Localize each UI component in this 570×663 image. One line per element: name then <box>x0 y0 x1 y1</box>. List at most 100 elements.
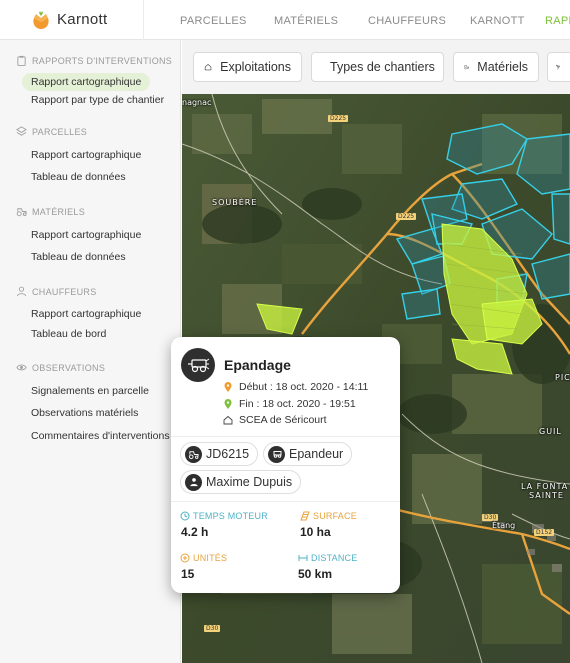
spreader-icon <box>268 445 285 463</box>
equipment-chip-tractor[interactable]: JD6215 <box>180 442 259 466</box>
sidebar-item-rapport-type-chantier[interactable]: Rapport par type de chantier <box>31 94 164 106</box>
filter-label: Exploitations <box>220 60 291 74</box>
filter-bar: Exploitations Types de chantiers Matérie… <box>182 40 570 94</box>
intervention-title: Epandage <box>224 357 291 373</box>
driver-icon <box>16 286 27 297</box>
filter-label: Types de chantiers <box>330 60 435 74</box>
stat-distance-label: DISTANCE <box>298 553 357 563</box>
spreader-avatar <box>181 348 215 382</box>
sidebar: RAPPORTS D'INTERVENTIONS Rapport cartogr… <box>0 40 181 663</box>
sidebar-item-chauffeurs-tableau[interactable]: Tableau de bord <box>31 328 106 340</box>
section-materiels: MATÉRIELS <box>16 206 85 217</box>
end-label: Fin : 18 oct. 2020 - 19:51 <box>239 398 356 410</box>
nav-item-materiels[interactable]: MATÉRIELS <box>274 15 338 27</box>
stat-unites-label: UNITÉS <box>180 553 227 563</box>
divider <box>143 0 144 40</box>
tractor-icon <box>16 208 27 217</box>
stat-label-text: SURFACE <box>313 511 357 521</box>
section-title: PARCELLES <box>32 126 88 137</box>
clock-icon <box>180 511 190 521</box>
stat-label-text: DISTANCE <box>311 553 358 563</box>
clipboard-icon <box>17 55 26 66</box>
filter-types-chantiers-button[interactable]: Types de chantiers <box>311 52 444 82</box>
sidebar-item-commentaires[interactable]: Commentaires d'interventions <box>31 430 170 442</box>
divider <box>171 436 400 437</box>
plus-circle-icon <box>180 553 190 563</box>
road-label: D30 <box>482 514 499 521</box>
location-pin-icon <box>224 399 232 409</box>
sidebar-item-observations-materiels[interactable]: Observations matériels <box>31 407 138 419</box>
road-label: D225 <box>328 115 349 122</box>
stat-surface-label: SURFACE <box>300 511 357 521</box>
road-label: D30 <box>204 625 221 632</box>
place-label: Étang <box>492 521 516 530</box>
chip-label: Epandeur <box>289 447 344 461</box>
brand-name: Karnott <box>57 11 108 28</box>
top-bar: Karnott PARCELLES MATÉRIELS CHAUFFEURS K… <box>0 0 570 40</box>
stat-label-text: UNITÉS <box>193 553 228 563</box>
filter-materiels-button[interactable]: Matériels <box>453 52 539 82</box>
location-pin-icon <box>224 382 232 392</box>
section-title: MATÉRIELS <box>32 206 86 217</box>
equipment-chip-spreader[interactable]: Epandeur <box>263 442 353 466</box>
distance-icon <box>298 555 308 561</box>
section-title: OBSERVATIONS <box>32 362 106 373</box>
sidebar-item-parcelles-rapport[interactable]: Rapport cartographique <box>31 149 141 161</box>
section-title: RAPPORTS D'INTERVENTIONS <box>32 55 173 66</box>
place-label: SAINTE <box>529 491 564 500</box>
driver-chip[interactable]: Maxime Dupuis <box>180 470 302 494</box>
chip-label: Maxime Dupuis <box>206 475 293 489</box>
nav-item-parcelles[interactable]: PARCELLES <box>180 15 247 27</box>
place-label: nagnac <box>182 98 212 107</box>
stat-unites-value: 15 <box>181 567 195 581</box>
section-observations: OBSERVATIONS <box>16 362 105 373</box>
section-chauffeurs: CHAUFFEURS <box>16 286 97 297</box>
filter-exploitations-button[interactable]: Exploitations <box>193 52 302 82</box>
sidebar-item-chauffeurs-rapport[interactable]: Rapport cartographique <box>31 308 141 320</box>
stat-label-text: TEMPS MOTEUR <box>193 511 268 521</box>
eye-icon <box>16 364 27 371</box>
stat-temps-moteur-label: TEMPS MOTEUR <box>180 511 268 521</box>
start-label: Début : 18 oct. 2020 - 14:11 <box>239 381 369 393</box>
farm-label: SCEA de Séricourt <box>239 414 327 426</box>
chip-label: JD6215 <box>206 447 250 461</box>
tractor-icon <box>464 65 470 70</box>
section-title: CHAUFFEURS <box>32 286 97 297</box>
nav-item-karnott[interactable]: KARNOTT <box>470 15 525 27</box>
driver-icon <box>185 473 202 491</box>
sidebar-item-rapport-cartographique-interventions[interactable]: Rapport cartographique <box>22 73 151 91</box>
section-rapports-interventions: RAPPORTS D'INTERVENTIONS <box>16 55 172 66</box>
plant-icon <box>556 64 560 70</box>
tractor-icon <box>185 445 202 463</box>
stat-temps-moteur-value: 4.2 h <box>181 525 209 539</box>
filter-more-button[interactable] <box>547 52 570 82</box>
filter-label: Matériels <box>477 60 528 74</box>
place-label: PIC <box>555 373 570 382</box>
intervention-popup: Epandage Début : 18 oct. 2020 - 14:11 Fi… <box>171 337 400 593</box>
place-label: GUIL <box>539 427 562 436</box>
area-icon <box>300 511 310 521</box>
road-label: D225 <box>396 213 417 220</box>
spreader-icon <box>188 358 210 373</box>
nav-item-chauffeurs[interactable]: CHAUFFEURS <box>368 15 446 27</box>
sidebar-item-materiels-tableau[interactable]: Tableau de données <box>31 251 126 263</box>
place-label: LA FONTA <box>521 482 569 491</box>
sidebar-item-materiels-rapport[interactable]: Rapport cartographique <box>31 229 141 241</box>
stat-surface-value: 10 ha <box>300 525 331 539</box>
start-time: Début : 18 oct. 2020 - 14:11 <box>223 381 368 393</box>
section-parcelles: PARCELLES <box>16 126 87 137</box>
place-label: SOUBÈRE <box>212 198 258 207</box>
home-icon <box>223 415 233 425</box>
divider <box>171 501 400 502</box>
sidebar-item-signalements[interactable]: Signalements en parcelle <box>31 385 149 397</box>
farm-name: SCEA de Séricourt <box>223 414 327 426</box>
brand-logo[interactable]: Karnott <box>0 0 180 40</box>
end-time: Fin : 18 oct. 2020 - 19:51 <box>223 398 356 410</box>
nav-item-rapports[interactable]: RAPP <box>545 15 570 27</box>
stat-distance-value: 50 km <box>298 567 333 581</box>
karnott-logo-icon <box>33 10 49 29</box>
road-label: D152 <box>534 529 555 536</box>
layers-icon <box>16 126 27 136</box>
home-icon <box>204 63 212 71</box>
sidebar-item-parcelles-tableau[interactable]: Tableau de données <box>31 171 126 183</box>
